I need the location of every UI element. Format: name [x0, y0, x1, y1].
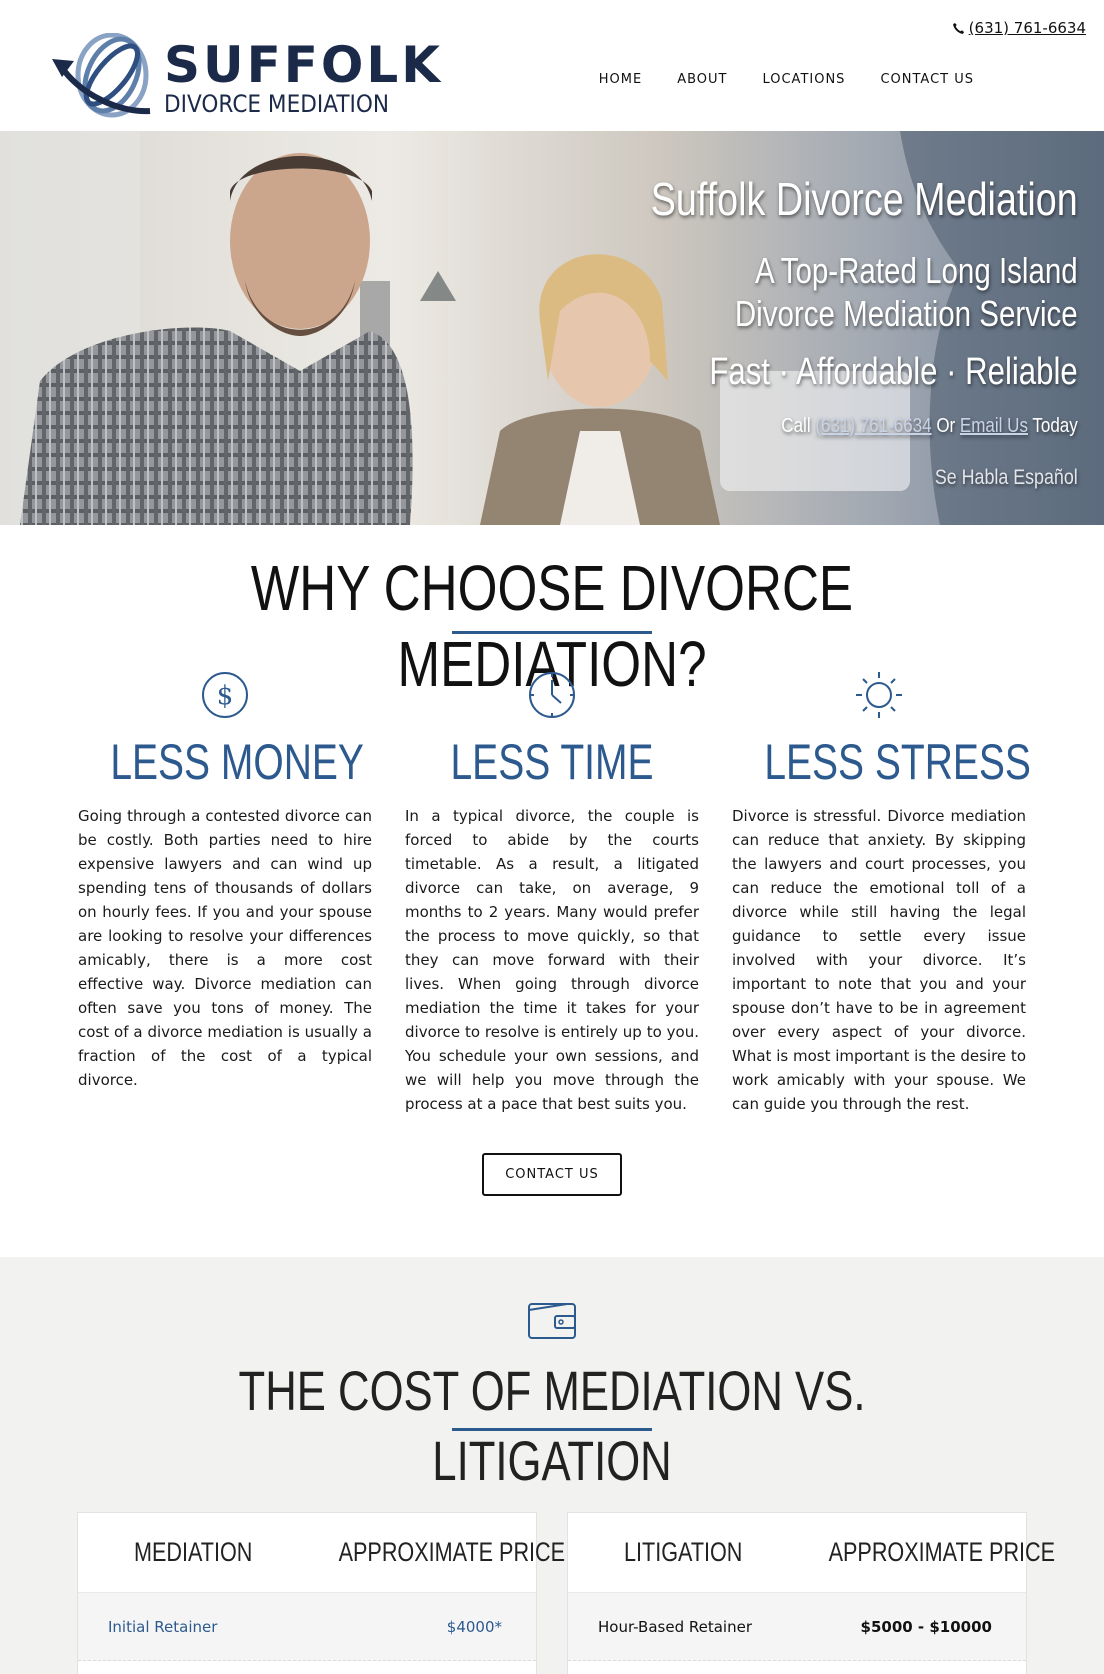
wallet-icon	[528, 1303, 576, 1339]
hero-text-block: Suffolk Divorce Mediation A Top-Rated Lo…	[557, 171, 1078, 491]
clock-icon	[529, 672, 575, 718]
table-row: Initial Retainer $4000*	[78, 1593, 536, 1661]
cost-section-title: THE COST OF MEDIATION VS. LITIGATION	[238, 1359, 866, 1492]
logo-title: SUFFOLK	[164, 36, 444, 94]
nav-locations[interactable]: LOCATIONS	[762, 72, 845, 87]
nav-about[interactable]: ABOUT	[677, 72, 727, 87]
hero-subtitle-line1: A Top-Rated Long Island	[755, 250, 1078, 291]
contact-us-button[interactable]: CONTACT US	[482, 1153, 622, 1196]
dollar-icon: $	[202, 672, 248, 718]
row-price: $5000 - $10000	[860, 1617, 992, 1636]
feature-less-money: $ LESS MONEY Going through a contested d…	[78, 670, 372, 1092]
hero-call-or: Or	[936, 415, 956, 437]
nav-contact-us[interactable]: CONTACT US	[880, 72, 974, 87]
sun-icon	[856, 672, 902, 718]
litigation-price-col-label: APPROXIMATE PRICE	[828, 1537, 1056, 1567]
phone-icon	[952, 22, 964, 34]
feature-text: In a typical divorce, the couple is forc…	[405, 807, 699, 1113]
mediation-table-header: MEDIATION APPROXIMATE PRICE	[78, 1513, 565, 1593]
litigation-price-table: LITIGATION APPROXIMATE PRICE Hour-Based …	[567, 1512, 1055, 1674]
why-title-underline	[452, 631, 652, 634]
site-header: (631) 761-6634 SUFFOLK DIVORCE MEDIATION…	[0, 0, 1104, 131]
table-row: Hour-Based Retainer $5000 - $10000	[568, 1593, 1026, 1661]
hero-call-suffix: Today	[1032, 415, 1078, 437]
hero-tagline: Fast · Affordable · Reliable	[709, 351, 1078, 393]
hero-call-line: Call (631) 761-6634 Or Email Us Today	[635, 413, 1078, 439]
feature-heading: LESS MONEY	[110, 734, 364, 790]
logo-globe-icon	[52, 33, 151, 118]
mediation-price-table: MEDIATION APPROXIMATE PRICE Initial Reta…	[77, 1512, 565, 1674]
hero-email-link[interactable]: Email Us	[960, 415, 1028, 437]
litigation-table-header: LITIGATION APPROXIMATE PRICE	[568, 1513, 1055, 1593]
row-item: Hour-Based Retainer	[598, 1617, 752, 1636]
row-item: Initial Retainer	[108, 1617, 218, 1636]
logo-subtitle: DIVORCE MEDIATION	[164, 90, 390, 118]
feature-less-time: LESS TIME In a typical divorce, the coup…	[405, 670, 699, 1116]
mediation-price-col-label: APPROXIMATE PRICE	[338, 1537, 566, 1567]
feature-text: Divorce is stressful. Divorce mediation …	[732, 807, 1026, 1113]
hero-banner: Suffolk Divorce Mediation A Top-Rated Lo…	[0, 131, 1104, 525]
feature-less-stress: LESS STRESS Divorce is stressful. Divorc…	[732, 670, 1031, 1116]
feature-heading: LESS TIME	[450, 734, 654, 790]
hero-subtitle-line2: Divorce Mediation Service	[735, 293, 1078, 334]
mediation-col-label: MEDIATION	[134, 1537, 253, 1567]
nav-home[interactable]: HOME	[599, 72, 642, 87]
header-phone[interactable]: (631) 761-6634	[952, 19, 1086, 37]
hero-subtitle: A Top-Rated Long Island Divorce Mediatio…	[651, 249, 1078, 335]
main-nav: HOME ABOUT LOCATIONS CONTACT US	[599, 72, 974, 87]
row-price: $4000*	[446, 1617, 502, 1636]
site-logo[interactable]: SUFFOLK DIVORCE MEDIATION	[50, 33, 440, 123]
hero-title: Suffolk Divorce Mediation	[650, 173, 1078, 225]
feature-text: Going through a contested divorce can be…	[78, 807, 372, 1089]
header-phone-number[interactable]: (631) 761-6634	[969, 19, 1086, 37]
svg-text:$: $	[217, 681, 234, 711]
feature-heading: LESS STRESS	[764, 734, 1031, 790]
hero-phone-link[interactable]: (631) 761-6634	[816, 415, 932, 437]
cost-title-underline	[452, 1428, 652, 1431]
litigation-col-label: LITIGATION	[624, 1537, 743, 1567]
hero-spanish-note: Se Habla Español	[935, 466, 1078, 489]
hero-call-prefix: Call	[781, 415, 811, 437]
